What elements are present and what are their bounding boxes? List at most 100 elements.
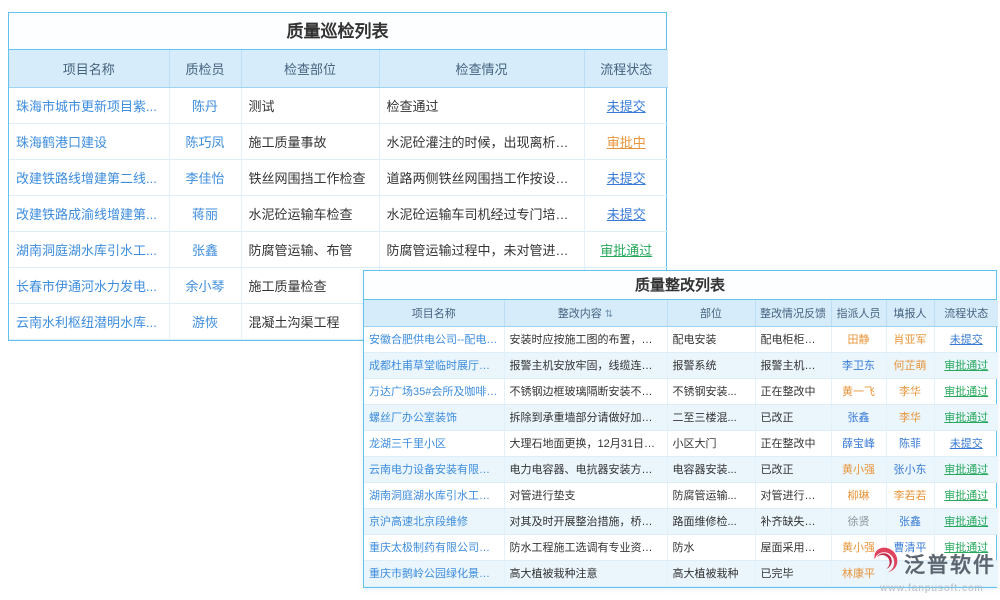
workflow-status-link[interactable]: 审批中 bbox=[584, 123, 668, 159]
rectify-content-cell: 不锈钢边框玻璃隔断安装不平... bbox=[504, 378, 667, 404]
rectify-content-cell: 对其及时开展整治措施，桥头... bbox=[504, 508, 667, 534]
assignee-name-link[interactable]: 张鑫 bbox=[831, 404, 886, 430]
col-header-content[interactable]: 整改内容⇅ bbox=[504, 300, 667, 326]
rectify-feedback-cell: 已改正 bbox=[755, 456, 831, 482]
col-header-reporter: 填报人 bbox=[886, 300, 934, 326]
rectify-feedback-cell: 正在整改中 bbox=[755, 378, 831, 404]
workflow-status-link[interactable]: 未提交 bbox=[934, 430, 998, 456]
inspection-situation-cell: 水泥砼运输车司机经过专门培训... bbox=[379, 195, 584, 231]
reporter-name-link[interactable] bbox=[886, 560, 934, 586]
reporter-name-link[interactable]: 李若若 bbox=[886, 482, 934, 508]
project-name-link[interactable]: 成都杜甫草堂临时展厅独立展... bbox=[364, 352, 504, 378]
rectify-feedback-cell: 配电柜柜体与... bbox=[755, 326, 831, 352]
reporter-name-link[interactable]: 肖亚军 bbox=[886, 326, 934, 352]
reporter-name-link[interactable]: 何芷萌 bbox=[886, 352, 934, 378]
inspection-location-cell: 测试 bbox=[241, 87, 379, 123]
rectification-table-row: 万达广场35#会所及咖啡厅空... 不锈钢边框玻璃隔断安装不平... 不锈钢安装… bbox=[364, 378, 998, 404]
rectify-feedback-cell: 屋面采用聚氨... bbox=[755, 534, 831, 560]
inspection-location-cell: 防腐管运输、布管 bbox=[241, 231, 379, 267]
inspection-location-cell: 施工质量事故 bbox=[241, 123, 379, 159]
rectify-content-cell: 大理石地面更换，12月31日之... bbox=[504, 430, 667, 456]
workflow-status-link[interactable]: 审批通过 bbox=[934, 508, 998, 534]
workflow-status-link[interactable]: 审批通过 bbox=[934, 534, 998, 560]
inspector-name-link[interactable]: 李佳怡 bbox=[169, 159, 241, 195]
rectification-table-row: 京沪高速北京段维修 对其及时开展整治措施，桥头... 路面维修检... 补齐缺失… bbox=[364, 508, 998, 534]
col-header-project: 项目名称 bbox=[364, 300, 504, 326]
project-name-link[interactable]: 珠海鹤港口建设 bbox=[9, 123, 169, 159]
col-header-location: 检查部位 bbox=[241, 50, 379, 87]
project-name-link[interactable]: 湖南洞庭湖水库引水工程监理标 bbox=[364, 482, 504, 508]
inspector-name-link[interactable]: 张鑫 bbox=[169, 231, 241, 267]
workflow-status-link[interactable]: 未提交 bbox=[584, 195, 668, 231]
workflow-status-link[interactable]: 审批通过 bbox=[934, 456, 998, 482]
workflow-status-link[interactable]: 审批通过 bbox=[934, 404, 998, 430]
reporter-name-link[interactable]: 陈菲 bbox=[886, 430, 934, 456]
workflow-status-link[interactable]: 未提交 bbox=[934, 326, 998, 352]
rectify-feedback-cell: 已改正 bbox=[755, 404, 831, 430]
rectify-content-cell: 防水工程施工选调有专业资质... bbox=[504, 534, 667, 560]
reporter-name-link[interactable]: 张小东 bbox=[886, 456, 934, 482]
workflow-status-link[interactable]: 审批通过 bbox=[934, 482, 998, 508]
assignee-name-link[interactable]: 黄一飞 bbox=[831, 378, 886, 404]
inspector-name-link[interactable]: 蒋丽 bbox=[169, 195, 241, 231]
project-name-link[interactable]: 螺丝厂办公室装饰 bbox=[364, 404, 504, 430]
rectify-content-cell: 报警主机安放牢固，线缆连接... bbox=[504, 352, 667, 378]
inspection-table-row: 珠海鹤港口建设 陈巧凤 施工质量事故 水泥砼灌注的时候，出现离析现象 审批中 bbox=[9, 123, 668, 159]
col-header-status: 流程状态 bbox=[934, 300, 998, 326]
col-header-assignee: 指派人员 bbox=[831, 300, 886, 326]
project-name-link[interactable]: 云南电力设备安装有限公司20... bbox=[364, 456, 504, 482]
inspection-header-row: 项目名称 质检员 检查部位 检查情况 流程状态 bbox=[9, 50, 668, 87]
reporter-name-link[interactable]: 张鑫 bbox=[886, 508, 934, 534]
workflow-status-link[interactable]: 审批通过 bbox=[934, 352, 998, 378]
project-name-link[interactable]: 京沪高速北京段维修 bbox=[364, 508, 504, 534]
rectification-table-row: 螺丝厂办公室装饰 拆除到承重墙部分请做好加固... 二至三楼混... 已改正 张… bbox=[364, 404, 998, 430]
inspection-location-cell: 混凝土沟渠工程 bbox=[241, 303, 379, 339]
rectification-table-body: 安徽合肥供电公司--配电设备... 安装时应按施工图的布置，将... 配电安装 … bbox=[364, 326, 998, 586]
inspector-name-link[interactable]: 陈巧凤 bbox=[169, 123, 241, 159]
workflow-status-link[interactable]: 审批通过 bbox=[934, 378, 998, 404]
rectify-content-cell: 电力电容器、电抗器安装方案... bbox=[504, 456, 667, 482]
project-name-link[interactable]: 万达广场35#会所及咖啡厅空... bbox=[364, 378, 504, 404]
reporter-name-link[interactable]: 李华 bbox=[886, 404, 934, 430]
rectification-table-row: 重庆市鹅岭公园绿化景观提升... 高大植被栽种注意 高大植被栽种 已完毕 林康平 bbox=[364, 560, 998, 586]
project-name-link[interactable]: 改建铁路成渝线增建第... bbox=[9, 195, 169, 231]
inspector-name-link[interactable]: 余小琴 bbox=[169, 267, 241, 303]
rectify-part-cell: 不锈钢安装... bbox=[667, 378, 755, 404]
rectify-content-cell: 拆除到承重墙部分请做好加固... bbox=[504, 404, 667, 430]
col-header-status: 流程状态 bbox=[584, 50, 668, 87]
project-name-link[interactable]: 云南水利枢纽潜明水库... bbox=[9, 303, 169, 339]
inspection-location-cell: 施工质量检查 bbox=[241, 267, 379, 303]
project-name-link[interactable]: 重庆太极制药有限公司亳州中... bbox=[364, 534, 504, 560]
inspection-table-row: 珠海市城市更新项目紫... 陈丹 测试 检查通过 未提交 bbox=[9, 87, 668, 123]
inspector-name-link[interactable]: 游恢 bbox=[169, 303, 241, 339]
workflow-status-link[interactable]: 未提交 bbox=[584, 87, 668, 123]
reporter-name-link[interactable]: 李华 bbox=[886, 378, 934, 404]
assignee-name-link[interactable]: 林康平 bbox=[831, 560, 886, 586]
workflow-status-link[interactable]: 审批通过 bbox=[584, 231, 668, 267]
inspector-name-link[interactable]: 陈丹 bbox=[169, 87, 241, 123]
reporter-name-link[interactable]: 曹清平 bbox=[886, 534, 934, 560]
assignee-name-link[interactable]: 薛宝峰 bbox=[831, 430, 886, 456]
project-name-link[interactable]: 湖南洞庭湖水库引水工... bbox=[9, 231, 169, 267]
assignee-name-link[interactable]: 徐贤 bbox=[831, 508, 886, 534]
assignee-name-link[interactable]: 李卫东 bbox=[831, 352, 886, 378]
sort-icon[interactable]: ⇅ bbox=[605, 309, 613, 320]
assignee-name-link[interactable]: 黄小强 bbox=[831, 456, 886, 482]
inspection-location-cell: 水泥砼运输车检查 bbox=[241, 195, 379, 231]
assignee-name-link[interactable]: 黄小强 bbox=[831, 534, 886, 560]
assignee-name-link[interactable]: 田静 bbox=[831, 326, 886, 352]
rectify-part-cell: 报警系统 bbox=[667, 352, 755, 378]
workflow-status-link[interactable]: 未提交 bbox=[584, 159, 668, 195]
workflow-status-link[interactable] bbox=[934, 560, 998, 586]
project-name-link[interactable]: 重庆市鹅岭公园绿化景观提升... bbox=[364, 560, 504, 586]
inspection-list-title: 质量巡检列表 bbox=[9, 13, 666, 50]
project-name-link[interactable]: 改建铁路线增建第二线... bbox=[9, 159, 169, 195]
assignee-name-link[interactable]: 柳琳 bbox=[831, 482, 886, 508]
rectify-part-cell: 配电安装 bbox=[667, 326, 755, 352]
col-header-project: 项目名称 bbox=[9, 50, 169, 87]
project-name-link[interactable]: 安徽合肥供电公司--配电设备... bbox=[364, 326, 504, 352]
col-header-part: 部位 bbox=[667, 300, 755, 326]
project-name-link[interactable]: 长春市伊通河水力发电... bbox=[9, 267, 169, 303]
project-name-link[interactable]: 龙湖三千里小区 bbox=[364, 430, 504, 456]
project-name-link[interactable]: 珠海市城市更新项目紫... bbox=[9, 87, 169, 123]
